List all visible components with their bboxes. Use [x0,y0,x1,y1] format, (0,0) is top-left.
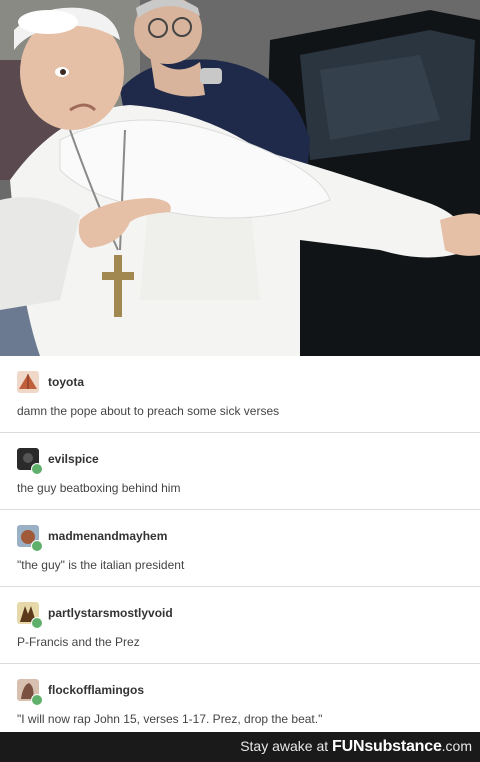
following-badge-icon [31,463,43,475]
username[interactable]: madmenandmayhem [48,529,167,543]
comment-text: "I will now rap John 15, verses 1-17. Pr… [17,712,323,726]
username[interactable]: flockofflamingos [48,683,144,697]
watermark-footer: Stay awake at FUNsubstance.com [0,732,480,762]
username[interactable]: toyota [48,375,84,389]
photo [0,0,480,356]
avatar[interactable] [17,371,39,393]
comment-text: damn the pope about to preach some sick … [17,404,280,418]
comment-post: toyota damn the pope about to preach som… [0,356,480,433]
comment-post: partlystarsmostlyvoid P-Francis and the … [0,587,480,664]
comment-post: flockofflamingos "I will now rap John 15… [0,664,480,732]
following-badge-icon [31,540,43,552]
watermark-brand: FUNsubstance [332,738,442,755]
comment-post: evilspice the guy beatboxing behind him [0,433,480,510]
following-badge-icon [31,617,43,629]
comment-text: "the guy" is the italian president [17,558,185,572]
comment-text: P-Francis and the Prez [17,635,140,649]
watermark-domain: .com [441,738,472,754]
comment-thread: toyota damn the pope about to preach som… [0,356,480,732]
username[interactable]: partlystarsmostlyvoid [48,606,173,620]
following-badge-icon [31,694,43,706]
watermark-text: Stay awake at FUNsubstance.com [240,738,472,756]
watermark-tagline: Stay awake at [240,738,333,754]
username[interactable]: evilspice [48,452,99,466]
comment-post: madmenandmayhem "the guy" is the italian… [0,510,480,587]
comment-text: the guy beatboxing behind him [17,481,181,495]
